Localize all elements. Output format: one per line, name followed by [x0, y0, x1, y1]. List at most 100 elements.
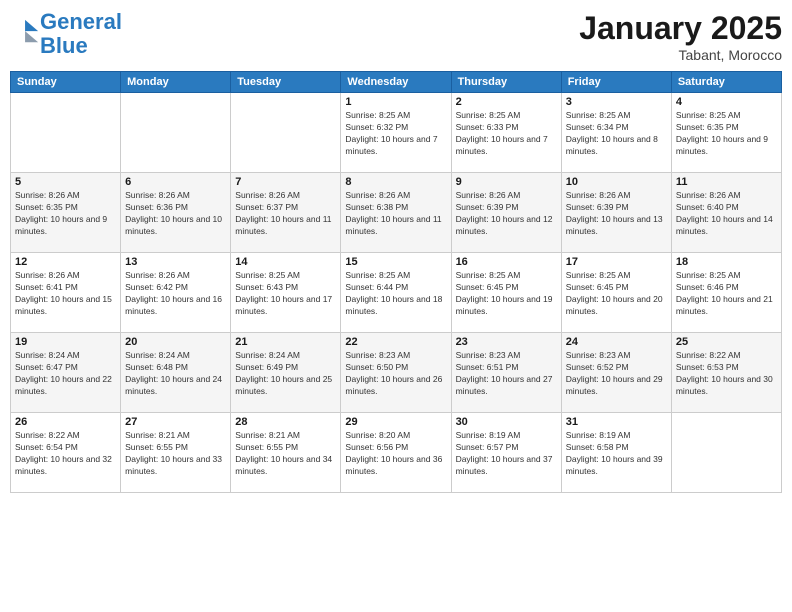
calendar-cell: 8 Sunrise: 8:26 AMSunset: 6:38 PMDayligh… — [341, 173, 451, 253]
day-number: 27 — [125, 416, 226, 428]
calendar-cell: 23 Sunrise: 8:23 AMSunset: 6:51 PMDaylig… — [451, 333, 561, 413]
logo-icon — [12, 18, 40, 46]
day-number: 8 — [345, 176, 446, 188]
calendar-cell: 5 Sunrise: 8:26 AMSunset: 6:35 PMDayligh… — [11, 173, 121, 253]
calendar-page: General Blue January 2025 Tabant, Morocc… — [0, 0, 792, 612]
day-info: Sunrise: 8:22 AMSunset: 6:54 PMDaylight:… — [15, 430, 116, 478]
calendar-cell: 3 Sunrise: 8:25 AMSunset: 6:34 PMDayligh… — [561, 93, 671, 173]
calendar-cell: 31 Sunrise: 8:19 AMSunset: 6:58 PMDaylig… — [561, 413, 671, 493]
logo: General Blue — [10, 10, 122, 58]
day-number: 24 — [566, 336, 667, 348]
calendar-cell: 21 Sunrise: 8:24 AMSunset: 6:49 PMDaylig… — [231, 333, 341, 413]
day-number: 10 — [566, 176, 667, 188]
day-number: 30 — [456, 416, 557, 428]
day-number: 7 — [235, 176, 336, 188]
day-info: Sunrise: 8:19 AMSunset: 6:57 PMDaylight:… — [456, 430, 557, 478]
day-number: 9 — [456, 176, 557, 188]
day-info: Sunrise: 8:21 AMSunset: 6:55 PMDaylight:… — [235, 430, 336, 478]
calendar-cell: 7 Sunrise: 8:26 AMSunset: 6:37 PMDayligh… — [231, 173, 341, 253]
day-info: Sunrise: 8:24 AMSunset: 6:49 PMDaylight:… — [235, 350, 336, 398]
calendar-cell: 18 Sunrise: 8:25 AMSunset: 6:46 PMDaylig… — [671, 253, 781, 333]
day-info: Sunrise: 8:26 AMSunset: 6:42 PMDaylight:… — [125, 270, 226, 318]
day-info: Sunrise: 8:25 AMSunset: 6:45 PMDaylight:… — [456, 270, 557, 318]
logo-line2: Blue — [40, 33, 88, 58]
day-info: Sunrise: 8:26 AMSunset: 6:36 PMDaylight:… — [125, 190, 226, 238]
day-number: 12 — [15, 256, 116, 268]
day-info: Sunrise: 8:22 AMSunset: 6:53 PMDaylight:… — [676, 350, 777, 398]
calendar-cell: 4 Sunrise: 8:25 AMSunset: 6:35 PMDayligh… — [671, 93, 781, 173]
day-info: Sunrise: 8:26 AMSunset: 6:37 PMDaylight:… — [235, 190, 336, 238]
calendar-cell: 29 Sunrise: 8:20 AMSunset: 6:56 PMDaylig… — [341, 413, 451, 493]
day-info: Sunrise: 8:25 AMSunset: 6:44 PMDaylight:… — [345, 270, 446, 318]
location: Tabant, Morocco — [579, 47, 782, 63]
calendar-week-row: 26 Sunrise: 8:22 AMSunset: 6:54 PMDaylig… — [11, 413, 782, 493]
col-monday: Monday — [121, 72, 231, 93]
day-number: 11 — [676, 176, 777, 188]
day-number: 20 — [125, 336, 226, 348]
calendar-cell: 26 Sunrise: 8:22 AMSunset: 6:54 PMDaylig… — [11, 413, 121, 493]
calendar-cell: 17 Sunrise: 8:25 AMSunset: 6:45 PMDaylig… — [561, 253, 671, 333]
day-number: 21 — [235, 336, 336, 348]
day-number: 22 — [345, 336, 446, 348]
day-number: 16 — [456, 256, 557, 268]
day-number: 3 — [566, 96, 667, 108]
day-number: 25 — [676, 336, 777, 348]
calendar-cell: 11 Sunrise: 8:26 AMSunset: 6:40 PMDaylig… — [671, 173, 781, 253]
calendar-cell: 22 Sunrise: 8:23 AMSunset: 6:50 PMDaylig… — [341, 333, 451, 413]
day-info: Sunrise: 8:25 AMSunset: 6:46 PMDaylight:… — [676, 270, 777, 318]
calendar-cell — [671, 413, 781, 493]
calendar-cell: 24 Sunrise: 8:23 AMSunset: 6:52 PMDaylig… — [561, 333, 671, 413]
day-number: 18 — [676, 256, 777, 268]
day-info: Sunrise: 8:26 AMSunset: 6:40 PMDaylight:… — [676, 190, 777, 238]
day-number: 17 — [566, 256, 667, 268]
day-info: Sunrise: 8:19 AMSunset: 6:58 PMDaylight:… — [566, 430, 667, 478]
calendar-table: Sunday Monday Tuesday Wednesday Thursday… — [10, 71, 782, 493]
calendar-cell — [121, 93, 231, 173]
col-saturday: Saturday — [671, 72, 781, 93]
col-thursday: Thursday — [451, 72, 561, 93]
calendar-header-row: Sunday Monday Tuesday Wednesday Thursday… — [11, 72, 782, 93]
day-info: Sunrise: 8:26 AMSunset: 6:39 PMDaylight:… — [566, 190, 667, 238]
header: General Blue January 2025 Tabant, Morocc… — [10, 10, 782, 63]
calendar-cell: 15 Sunrise: 8:25 AMSunset: 6:44 PMDaylig… — [341, 253, 451, 333]
day-number: 15 — [345, 256, 446, 268]
day-number: 29 — [345, 416, 446, 428]
day-info: Sunrise: 8:26 AMSunset: 6:38 PMDaylight:… — [345, 190, 446, 238]
logo-line1: General — [40, 9, 122, 34]
day-info: Sunrise: 8:25 AMSunset: 6:32 PMDaylight:… — [345, 110, 446, 158]
calendar-cell: 12 Sunrise: 8:26 AMSunset: 6:41 PMDaylig… — [11, 253, 121, 333]
calendar-week-row: 19 Sunrise: 8:24 AMSunset: 6:47 PMDaylig… — [11, 333, 782, 413]
calendar-cell: 19 Sunrise: 8:24 AMSunset: 6:47 PMDaylig… — [11, 333, 121, 413]
day-info: Sunrise: 8:26 AMSunset: 6:39 PMDaylight:… — [456, 190, 557, 238]
day-number: 2 — [456, 96, 557, 108]
day-info: Sunrise: 8:25 AMSunset: 6:43 PMDaylight:… — [235, 270, 336, 318]
col-wednesday: Wednesday — [341, 72, 451, 93]
title-block: January 2025 Tabant, Morocco — [579, 10, 782, 63]
day-info: Sunrise: 8:25 AMSunset: 6:45 PMDaylight:… — [566, 270, 667, 318]
day-info: Sunrise: 8:23 AMSunset: 6:52 PMDaylight:… — [566, 350, 667, 398]
day-info: Sunrise: 8:25 AMSunset: 6:34 PMDaylight:… — [566, 110, 667, 158]
calendar-week-row: 12 Sunrise: 8:26 AMSunset: 6:41 PMDaylig… — [11, 253, 782, 333]
day-info: Sunrise: 8:25 AMSunset: 6:35 PMDaylight:… — [676, 110, 777, 158]
calendar-cell: 30 Sunrise: 8:19 AMSunset: 6:57 PMDaylig… — [451, 413, 561, 493]
day-info: Sunrise: 8:23 AMSunset: 6:50 PMDaylight:… — [345, 350, 446, 398]
col-sunday: Sunday — [11, 72, 121, 93]
calendar-week-row: 1 Sunrise: 8:25 AMSunset: 6:32 PMDayligh… — [11, 93, 782, 173]
day-info: Sunrise: 8:23 AMSunset: 6:51 PMDaylight:… — [456, 350, 557, 398]
calendar-cell: 6 Sunrise: 8:26 AMSunset: 6:36 PMDayligh… — [121, 173, 231, 253]
day-number: 5 — [15, 176, 116, 188]
day-number: 23 — [456, 336, 557, 348]
day-number: 26 — [15, 416, 116, 428]
day-number: 31 — [566, 416, 667, 428]
calendar-cell: 9 Sunrise: 8:26 AMSunset: 6:39 PMDayligh… — [451, 173, 561, 253]
day-info: Sunrise: 8:26 AMSunset: 6:35 PMDaylight:… — [15, 190, 116, 238]
calendar-cell: 13 Sunrise: 8:26 AMSunset: 6:42 PMDaylig… — [121, 253, 231, 333]
day-number: 4 — [676, 96, 777, 108]
calendar-cell: 16 Sunrise: 8:25 AMSunset: 6:45 PMDaylig… — [451, 253, 561, 333]
calendar-cell: 25 Sunrise: 8:22 AMSunset: 6:53 PMDaylig… — [671, 333, 781, 413]
day-number: 13 — [125, 256, 226, 268]
day-info: Sunrise: 8:26 AMSunset: 6:41 PMDaylight:… — [15, 270, 116, 318]
calendar-cell: 14 Sunrise: 8:25 AMSunset: 6:43 PMDaylig… — [231, 253, 341, 333]
day-number: 14 — [235, 256, 336, 268]
day-info: Sunrise: 8:20 AMSunset: 6:56 PMDaylight:… — [345, 430, 446, 478]
